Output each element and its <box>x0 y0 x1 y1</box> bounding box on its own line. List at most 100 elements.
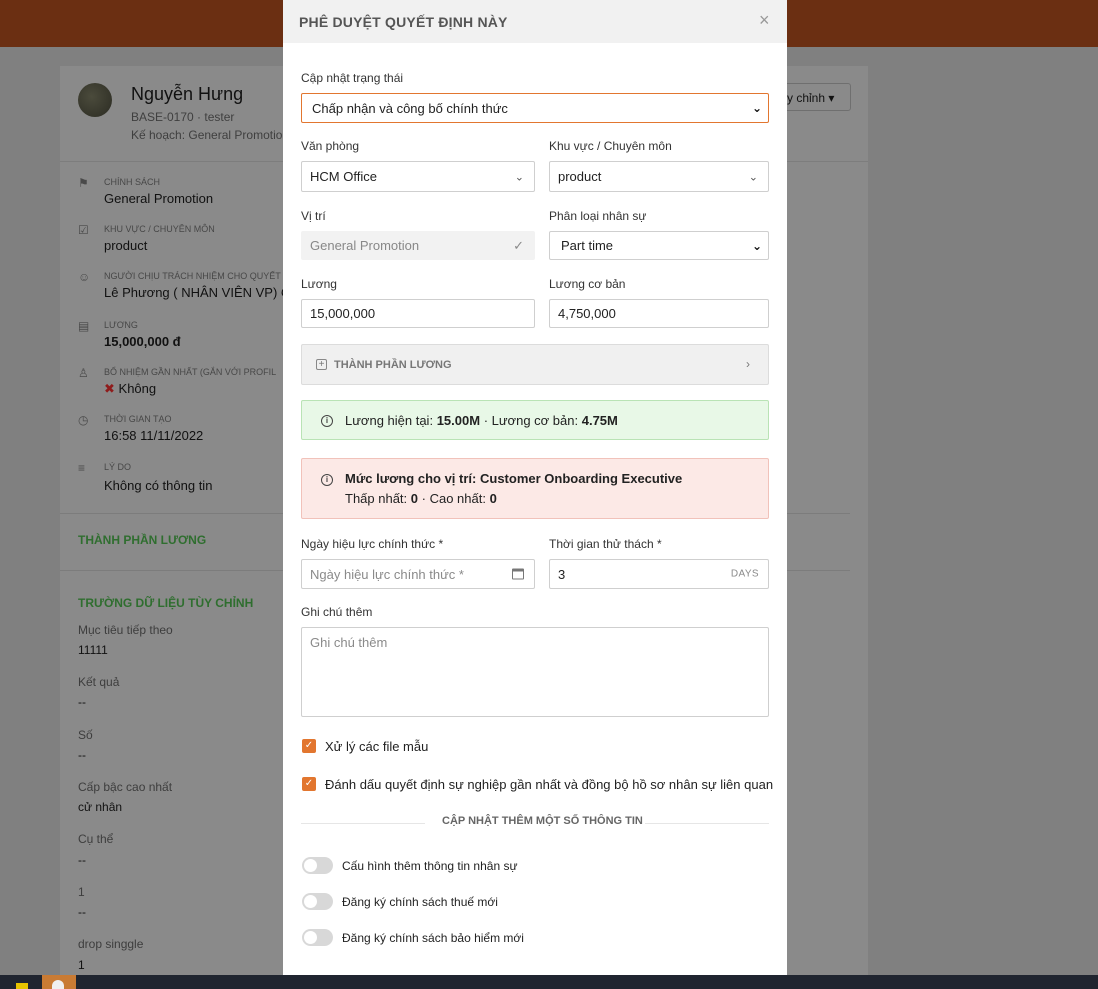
mark-latest-decision-checkbox[interactable]: ✓ <box>302 777 316 791</box>
approve-decision-modal: PHÊ DUYỆT QUYẾT ĐỊNH NÀY × Cập nhật trạn… <box>283 0 787 975</box>
salary-label: Lương <box>301 277 337 291</box>
info-label: LÝ DO <box>104 462 132 472</box>
info-icon: i <box>321 415 333 427</box>
max-label: · Cao nhất: <box>421 491 486 506</box>
custom-field-label: Mục tiêu tiếp theo <box>78 623 173 637</box>
probation-input[interactable]: 3 DAYS <box>549 559 769 589</box>
effective-date-label: Ngày hiệu lực chính thức * <box>301 537 444 551</box>
effective-date-placeholder: Ngày hiệu lực chính thức * <box>310 566 464 582</box>
staff-type-label: Phân loại nhân sự <box>549 209 647 223</box>
current-salary-prefix: Lương hiện tại: <box>345 413 434 428</box>
salary-input[interactable]: 15,000,000 <box>301 299 535 328</box>
note-label: Ghi chú thêm <box>301 605 373 619</box>
base-salary-value: 4,750,000 <box>558 306 616 321</box>
custom-field-label: Kết quả <box>78 675 120 689</box>
staff-type-value: Part time <box>561 238 614 253</box>
current-salary-value: 15.00M <box>436 413 481 428</box>
more-info-heading: CẬP NHẬT THÊM MỘT SỐ THÔNG TIN <box>442 815 643 827</box>
close-icon[interactable]: × <box>759 10 770 31</box>
salary-section-title: THÀNH PHẦN LƯƠNG <box>78 533 207 547</box>
profile-name: Nguyễn Hưng <box>131 84 244 104</box>
insurance-policy-toggle[interactable] <box>302 929 333 946</box>
chevron-down-icon: ⌄ <box>514 171 524 183</box>
area-select[interactable]: product ⌄ <box>549 161 769 192</box>
custom-field-value: -- <box>78 695 86 709</box>
info-label: CHÍNH SÁCH <box>104 177 161 187</box>
info-value: Không có thông tin <box>104 478 213 493</box>
info-label: NGƯỜI CHỊU TRÁCH NHIỆM CHO QUYẾT <box>104 271 281 281</box>
avatar[interactable] <box>78 83 112 117</box>
taskbar <box>0 975 1098 989</box>
staff-config-label: Cấu hình thêm thông tin nhân sự <box>342 859 518 873</box>
position-label: Vị trí <box>301 209 326 223</box>
staff-type-select[interactable]: Part time ⌄ <box>549 231 769 260</box>
info-icon: i <box>321 474 333 486</box>
info-value: ✖ Không <box>104 381 156 397</box>
info-label: LƯƠNG <box>104 320 138 330</box>
info-label: KHU VỰC / CHUYÊN MÔN <box>104 224 215 234</box>
info-value-text: Không <box>118 381 157 396</box>
max-value: 0 <box>489 491 497 506</box>
current-salary-text: Lương hiện tại: 15.00M · Lương cơ bản: 4… <box>345 413 618 428</box>
office-label: Văn phòng <box>301 139 360 153</box>
process-templates-label: Xử lý các file mẫu <box>325 739 429 754</box>
custom-field-value: -- <box>78 853 86 867</box>
salary-range-alert: i Mức lương cho vị trí: Customer Onboard… <box>301 458 769 519</box>
min-value: 0 <box>410 491 419 506</box>
x-icon: ✖ <box>104 381 115 396</box>
custom-field-label: 1 <box>78 885 85 899</box>
probation-unit: DAYS <box>730 568 759 580</box>
check-icon: ✓ <box>513 237 524 253</box>
probation-label: Thời gian thử thách * <box>549 537 662 551</box>
effective-date-input[interactable]: Ngày hiệu lực chính thức * <box>301 559 535 589</box>
custom-field-label: Số <box>78 728 93 742</box>
salary-range-title: Mức lương cho vị trí: Customer Onboardin… <box>345 471 682 486</box>
probation-value: 3 <box>558 566 566 582</box>
flag-icon: ⚑ <box>78 176 89 190</box>
divider <box>301 823 425 824</box>
clock-icon: ◷ <box>78 413 89 427</box>
salary-components-accordion[interactable]: + THÀNH PHẦN LƯƠNG › <box>301 344 769 385</box>
area-value: product <box>558 169 602 184</box>
edit-button-label: y chỉnh <box>787 91 826 105</box>
status-select[interactable]: Chấp nhận và công bố chính thức ⌄ <box>301 93 769 123</box>
user-icon: ☺ <box>78 270 91 284</box>
info-value: 15,000,000 đ <box>104 334 181 349</box>
salary-range-prefix: Mức lương cho vị trí: <box>345 471 477 486</box>
plus-square-icon: + <box>316 359 327 370</box>
taskbar-app-icon[interactable] <box>16 983 28 989</box>
info-value: product <box>104 238 148 253</box>
calendar-icon[interactable] <box>512 568 524 580</box>
mark-latest-decision-label: Đánh dấu quyết định sự nghiệp gần nhất v… <box>325 777 774 792</box>
custom-field-label: Cụ thể <box>78 832 114 846</box>
custom-field-value: 1 <box>78 958 85 972</box>
profile-code: BASE-0170 · tester <box>131 110 235 124</box>
tax-policy-toggle[interactable] <box>302 893 333 910</box>
area-label: Khu vực / Chuyên môn <box>549 139 672 153</box>
money-icon: ▤ <box>78 319 90 333</box>
salary-value: 15,000,000 <box>310 306 376 321</box>
office-select[interactable]: HCM Office ⌄ <box>301 161 535 192</box>
position-field: General Promotion ✓ <box>301 231 535 260</box>
custom-section-title: TRƯỜNG DỮ LIỆU TÙY CHỈNH <box>78 596 254 610</box>
taskbar-app-icon[interactable] <box>42 975 76 989</box>
current-salary-alert: i Lương hiện tại: 15.00M · Lương cơ bản:… <box>301 400 769 440</box>
custom-field-value: 11111 <box>78 643 108 657</box>
info-value: Lê Phương ( NHÂN VIÊN VP) Ch <box>104 285 298 300</box>
chevron-right-icon: › <box>746 357 750 371</box>
salary-components-label: THÀNH PHẦN LƯƠNG <box>334 359 452 371</box>
info-value: 16:58 11/11/2022 <box>104 428 204 443</box>
base-salary-input[interactable]: 4,750,000 <box>549 299 769 328</box>
office-value: HCM Office <box>310 169 377 184</box>
staff-config-toggle[interactable] <box>302 857 333 874</box>
info-label: THỜI GIAN TẠO <box>104 414 172 424</box>
position-value: General Promotion <box>310 238 420 253</box>
base-salary-label: Lương cơ bản <box>549 277 626 291</box>
note-textarea[interactable] <box>301 627 769 717</box>
process-templates-checkbox[interactable]: ✓ <box>302 739 316 753</box>
base-salary-prefix: · Lương cơ bản: <box>483 413 579 428</box>
base-salary-amount: 4.75M <box>581 413 618 428</box>
salary-range-position: Customer Onboarding Executive <box>479 471 683 486</box>
checkbox-icon: ☑ <box>78 223 89 237</box>
insurance-policy-label: Đăng ký chính sách bảo hiểm mới <box>342 931 524 945</box>
